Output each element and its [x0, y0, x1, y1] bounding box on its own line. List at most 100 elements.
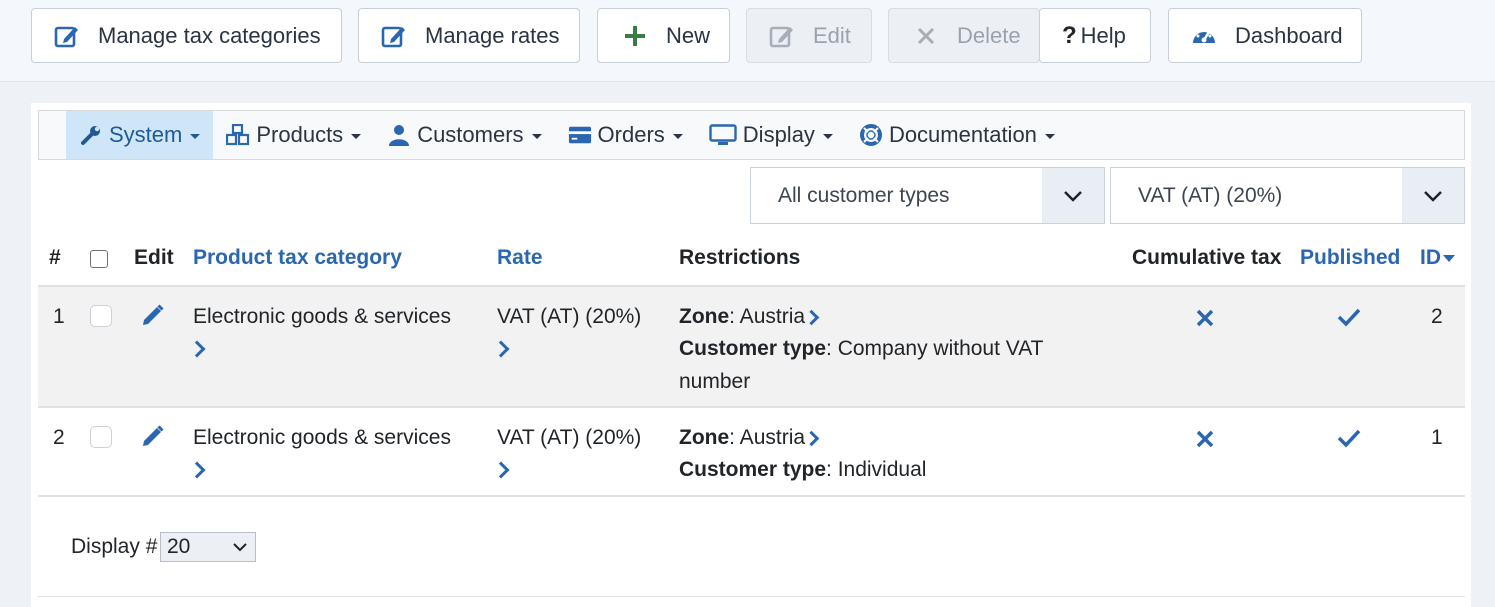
help-button[interactable]: ? Help: [1039, 8, 1151, 63]
col-id-header[interactable]: ID: [1420, 246, 1455, 270]
menu-system[interactable]: System: [66, 111, 214, 159]
help-label: Help: [1080, 22, 1126, 48]
menu-system-label: System: [109, 122, 183, 147]
menu-documentation[interactable]: Documentation: [846, 111, 1068, 159]
chevron-right-icon[interactable]: [188, 340, 206, 358]
row-rate[interactable]: VAT (AT) (20%): [497, 422, 641, 454]
wrench-icon: [79, 123, 103, 147]
divider: [38, 596, 1465, 597]
edit-button[interactable]: Edit: [746, 8, 872, 63]
row-customer-type: Customer type: Individual: [679, 454, 926, 486]
sort-caret-icon: [1443, 254, 1455, 262]
col-edit-header: Edit: [134, 246, 174, 269]
zone-value: : Austria: [729, 426, 806, 449]
display-count-select[interactable]: 20: [160, 532, 256, 562]
plus-icon: [622, 23, 648, 49]
chevron-right-icon[interactable]: [188, 461, 206, 479]
caret-down-icon: [672, 133, 683, 139]
col-rate-header[interactable]: Rate: [497, 246, 543, 270]
close-icon: [913, 23, 939, 49]
rate-filter-value: VAT (AT) (20%): [1138, 183, 1283, 207]
row-customer-type: Customer type: Company without VAT: [679, 333, 1044, 365]
caret-down-icon: [822, 133, 833, 139]
monitor-icon: [709, 123, 737, 147]
dashboard-button[interactable]: Dashboard: [1168, 8, 1362, 63]
delete-label: Delete: [957, 22, 1021, 48]
chevron-right-icon[interactable]: [803, 430, 820, 447]
zone-label: Zone: [679, 426, 730, 449]
customer-type-filter-value: All customer types: [778, 183, 950, 207]
new-button[interactable]: New: [597, 8, 730, 63]
caret-down-icon: [190, 133, 201, 139]
caret-down-icon: [531, 133, 542, 139]
col-published-header[interactable]: Published: [1300, 246, 1400, 270]
cross-icon: [1196, 426, 1214, 458]
toolbar: Manage tax categories Manage rates New E…: [0, 0, 1495, 82]
menu-customers-label: Customers: [417, 122, 524, 147]
col-id-label: ID: [1420, 246, 1441, 269]
menu-display-label: Display: [742, 122, 815, 147]
manage-tax-categories-button[interactable]: Manage tax categories: [31, 8, 342, 63]
col-cumulative-header: Cumulative tax: [1132, 246, 1282, 269]
new-label: New: [666, 22, 711, 48]
gauge-icon: [1191, 23, 1217, 49]
check-icon[interactable]: [1337, 305, 1361, 337]
col-category-header[interactable]: Product tax category: [193, 246, 402, 270]
row-num: 2: [53, 426, 65, 449]
chevron-right-icon[interactable]: [492, 340, 510, 358]
edit-square-icon: [54, 23, 80, 49]
customer-type-label: Customer type: [679, 337, 827, 360]
delete-button[interactable]: Delete: [888, 8, 1040, 63]
display-count-label: Display #: [71, 535, 158, 558]
zone-value: : Austria: [729, 305, 806, 328]
row-id: 2: [1431, 305, 1443, 328]
display-count-value: 20: [167, 535, 191, 558]
select-all-checkbox[interactable]: [90, 250, 108, 268]
caret-down-icon: [351, 133, 362, 139]
customer-type-label: Customer type: [679, 458, 827, 481]
chevron-right-icon[interactable]: [492, 461, 510, 479]
row-rate[interactable]: VAT (AT) (20%): [497, 301, 641, 333]
manage-rates-label: Manage rates: [425, 22, 560, 48]
credit-card-icon: [568, 123, 592, 147]
chevron-down-icon: [1402, 168, 1464, 223]
row-checkbox[interactable]: [90, 305, 112, 327]
row-id: 1: [1431, 426, 1443, 449]
edit-label: Edit: [813, 22, 851, 48]
cubes-icon: [226, 123, 250, 147]
menu-orders[interactable]: Orders: [555, 111, 696, 159]
edit-square-icon: [769, 23, 795, 49]
row-category[interactable]: Electronic goods & services: [193, 301, 451, 333]
chevron-down-icon: [1042, 168, 1104, 223]
pencil-icon[interactable]: [141, 424, 165, 458]
row-checkbox[interactable]: [90, 426, 112, 448]
row-category[interactable]: Electronic goods & services: [193, 422, 451, 454]
cross-icon: [1196, 305, 1214, 337]
dashboard-label: Dashboard: [1235, 22, 1343, 48]
pencil-icon[interactable]: [141, 303, 165, 337]
customer-type-filter[interactable]: All customer types: [750, 167, 1105, 224]
menu-orders-label: Orders: [597, 122, 665, 147]
customer-type-value: : Company without VAT: [826, 337, 1044, 360]
chevron-right-icon[interactable]: [803, 309, 820, 326]
manage-rates-button[interactable]: Manage rates: [358, 8, 580, 63]
zone-label: Zone: [679, 305, 730, 328]
col-restrictions-header: Restrictions: [679, 246, 801, 269]
menubar: System Products Customers Orders Display…: [38, 110, 1465, 160]
caret-down-icon: [1044, 133, 1055, 139]
menu-customers[interactable]: Customers: [374, 111, 554, 159]
question-icon: ?: [1062, 21, 1077, 49]
edit-square-icon: [381, 23, 407, 49]
menu-products[interactable]: Products: [213, 111, 374, 159]
menu-products-label: Products: [256, 122, 344, 147]
customer-type-value-cont: number: [679, 370, 751, 393]
check-icon[interactable]: [1337, 426, 1361, 458]
table-row: 2 Electronic goods & services VAT (AT) (…: [38, 406, 1465, 497]
menu-display[interactable]: Display: [696, 111, 846, 159]
rate-filter[interactable]: VAT (AT) (20%): [1110, 167, 1465, 224]
menu-documentation-label: Documentation: [888, 122, 1037, 147]
table-row: 1 Electronic goods & services VAT (AT) (…: [38, 285, 1465, 407]
customer-type-value: : Individual: [826, 458, 927, 481]
row-zone: Zone: Austria: [679, 422, 820, 454]
user-icon: [387, 123, 411, 147]
